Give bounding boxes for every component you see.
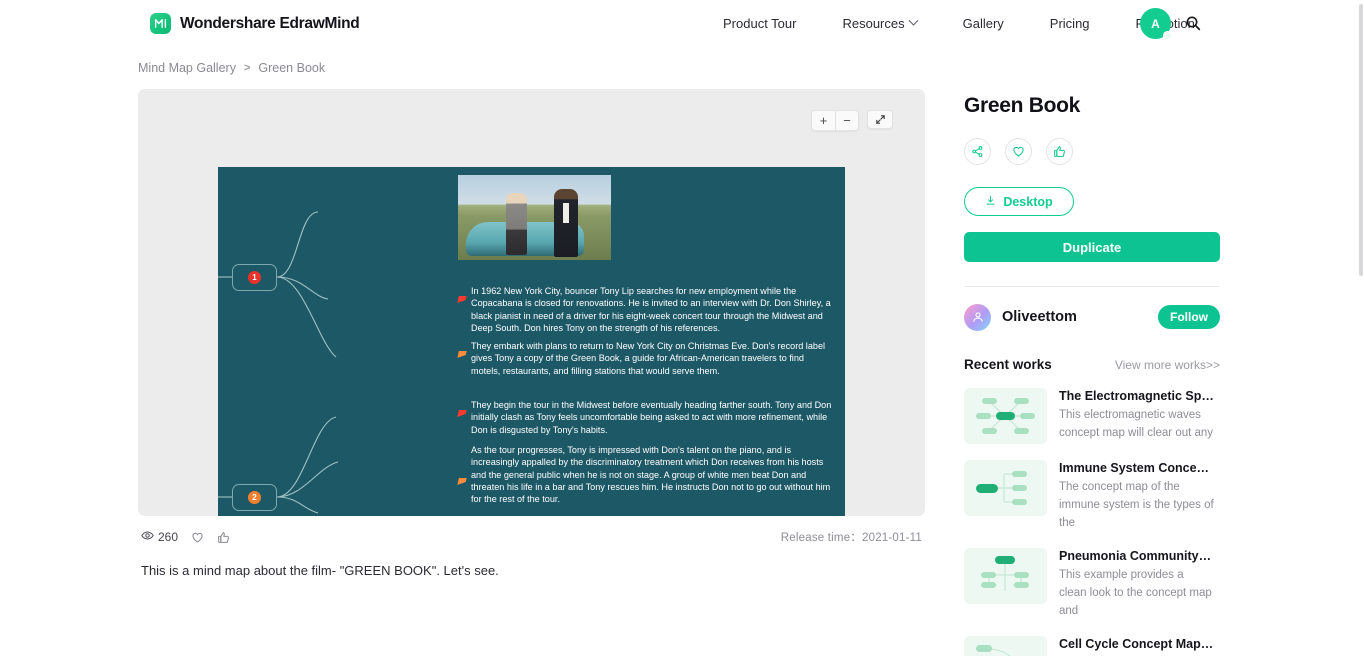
zoom-group: + − [811,110,859,131]
photo-person-tony [506,193,527,255]
mindmap-text: They begin the tour in the Midwest befor… [471,400,832,435]
view-more-works-link[interactable]: View more works>> [1115,358,1220,372]
breadcrumb-current: Green Book [258,61,326,75]
view-count: 260 [141,529,178,545]
user-avatar[interactable]: A [1140,8,1172,40]
brand-logo-link[interactable]: Wondershare EdrawMind [150,13,360,34]
nav-item-resources[interactable]: Resources [819,15,939,31]
desktop-button-label: Desktop [1003,194,1053,209]
thumbs-up-icon[interactable] [217,531,230,544]
mindmap-canvas[interactable]: 1 2 In 1962 New York City, bouncer Tony … [218,167,845,516]
node-number-badge: 1 [248,271,261,284]
desktop-download-button[interactable]: Desktop [964,187,1074,216]
eye-icon [141,529,154,545]
page-body: + − 1 2 In 1962 New York City, bouncer T… [0,75,1364,656]
mindmap-text: As the tour progresses, Tony is impresse… [471,445,831,505]
list-item-desc: This electromagnetic waves concept map w… [1059,409,1214,439]
list-item[interactable]: Cell Cycle Concept Map Ex... This concep… [964,636,1220,656]
search-icon[interactable] [1185,15,1201,31]
duplicate-button[interactable]: Duplicate [964,232,1220,262]
heart-icon[interactable] [191,531,204,544]
author-name[interactable]: Oliveettom [1002,309,1077,325]
list-item-title: Immune System Concept ... [1059,461,1214,475]
sidebar-divider [964,286,1220,287]
release-time: Release time：2021-01-11 [781,529,922,545]
list-item-text: Immune System Concept ... The concept ma… [1059,460,1214,532]
user-avatar-icon[interactable] [964,303,991,331]
list-item-title: Pneumonia Community A... [1059,549,1214,563]
breadcrumb-root[interactable]: Mind Map Gallery [138,61,236,75]
right-branch-concept-map-thumb [964,460,1047,516]
brand-name: Wondershare EdrawMind [180,14,360,32]
content-meta-bar: 260 Release time：2021-01-11 [138,516,925,545]
recent-works-title: Recent works [964,357,1052,372]
list-item-title: The Electromagnetic Spec... [1059,389,1214,403]
tree-concept-map-thumb [964,548,1047,604]
mindmap-text: They embark with plans to return to New … [471,341,826,376]
list-item-desc: This example provides a clean look to th… [1059,569,1212,617]
avatar-letter: A [1151,16,1160,31]
site-header: Wondershare EdrawMind Product Tour Resou… [0,0,1364,47]
release-label: Release time： [780,532,863,544]
heart-icon[interactable] [1005,138,1032,165]
chevron-down-icon [908,15,919,26]
page-title: Green Book [964,94,1081,117]
mindmap-text-block-2[interactable]: They embark with plans to return to New … [471,340,833,377]
zoom-in-button[interactable]: + [812,111,835,130]
mindmap-node-2[interactable]: 2 [232,484,277,511]
nav-label: Resources [842,16,905,31]
author-row: Oliveettom Follow [964,303,1220,331]
list-item[interactable]: Immune System Concept ... The concept ma… [964,460,1220,532]
avatar-status-badge [1163,31,1172,40]
recent-works-header: Recent works View more works>> [964,357,1220,372]
nav-item-gallery[interactable]: Gallery [940,16,1027,31]
nav-item-pricing[interactable]: Pricing [1027,16,1113,31]
zoom-controls: + − [811,110,893,131]
mindmap-text-block-4[interactable]: As the tour progresses, Tony is impresse… [471,444,833,505]
download-icon [985,195,996,209]
list-item-text: Pneumonia Community A... This example pr… [1059,548,1214,620]
radial-concept-map-thumb [964,388,1047,444]
breadcrumb-separator-icon: > [243,62,251,74]
meta-left-group: 260 [141,529,230,545]
nav-label: Gallery [962,16,1004,31]
list-item-title: Cell Cycle Concept Map Ex... [1059,637,1214,651]
nav-item-product-tour[interactable]: Product Tour [700,16,819,31]
list-item[interactable]: The Electromagnetic Spec... This electro… [964,388,1220,444]
edrawmind-logo-icon [150,13,171,34]
fullscreen-icon[interactable] [867,110,893,129]
mindmap-viewer[interactable]: + − 1 2 In 1962 New York City, bouncer T… [138,89,925,516]
mindmap-text-block-1[interactable]: In 1962 New York City, bouncer Tony Lip … [471,285,833,334]
film-still-image [458,175,611,260]
sidebar: Green Book Desktop Duplicate Oliveettom … [964,89,1220,656]
sidebar-action-buttons [964,138,1220,165]
zoom-out-button[interactable]: − [835,111,858,130]
list-item[interactable]: Pneumonia Community A... This example pr… [964,548,1220,620]
view-count-value: 260 [158,530,179,544]
page-scrollbar-thumb[interactable] [1359,4,1363,276]
nav-label: Product Tour [723,16,797,31]
release-date: 2021-01-11 [862,532,922,544]
node-number-badge: 2 [248,491,261,504]
list-item-desc: The concept map of the immune system is … [1059,481,1214,529]
breadcrumb: Mind Map Gallery > Green Book [0,47,1364,75]
thumbs-up-icon[interactable] [1046,138,1073,165]
main-column: + − 1 2 In 1962 New York City, bouncer T… [138,89,925,656]
photo-person-don [554,189,578,257]
list-item-text: Cell Cycle Concept Map Ex... This concep… [1059,636,1214,656]
page-scrollbar[interactable] [1359,4,1363,652]
mindmap-text: In 1962 New York City, bouncer Tony Lip … [471,286,831,333]
mindmap-text-block-3[interactable]: They begin the tour in the Midwest befor… [471,399,833,436]
mindmap-node-1[interactable]: 1 [232,264,277,291]
cycle-concept-map-thumb [964,636,1047,656]
share-icon[interactable] [964,138,991,165]
content-description: This is a mind map about the film- "GREE… [141,563,499,578]
list-item-text: The Electromagnetic Spec... This electro… [1059,388,1214,444]
nav-label: Pricing [1049,16,1090,31]
follow-button[interactable]: Follow [1158,305,1220,329]
